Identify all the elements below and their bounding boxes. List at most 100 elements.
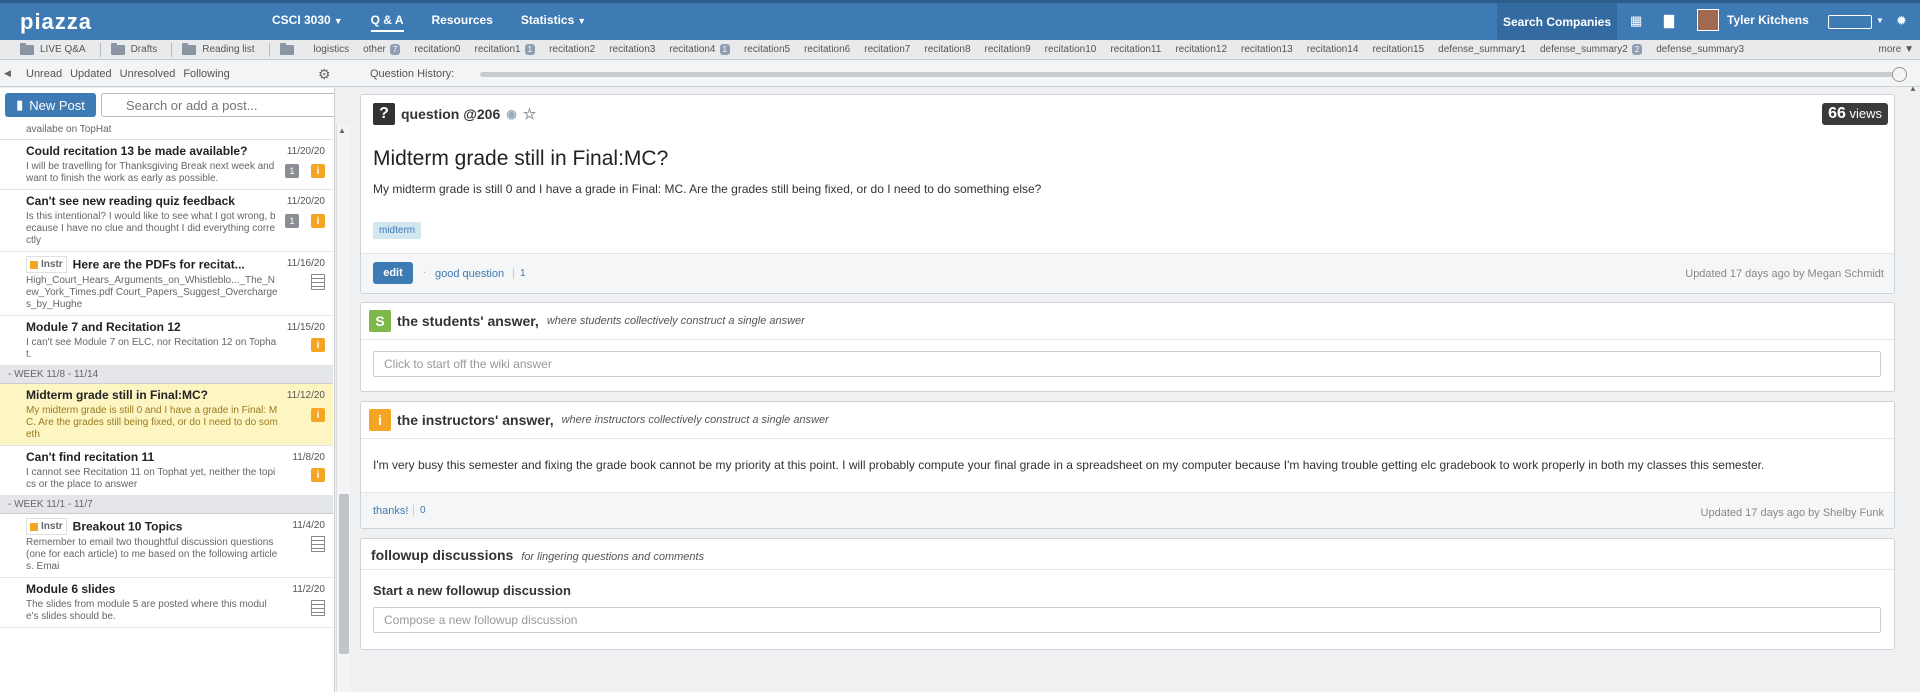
post-title-row: Instr Here are the PDFs for recitat...	[26, 256, 279, 273]
question-footer: edit · good question 1 Updated 17 days a…	[361, 253, 1894, 293]
followup-input[interactable]: Compose a new followup discussion	[373, 607, 1881, 633]
folder-item[interactable]: recitation6	[804, 44, 850, 55]
unread-count-badge: 2	[1631, 44, 1643, 55]
folder-label: recitation13	[1241, 44, 1293, 55]
folder-label: recitation1	[474, 44, 521, 55]
folder-item[interactable]: recitation12	[1175, 44, 1227, 55]
user-menu[interactable]: Tyler Kitchens	[1697, 9, 1809, 31]
folder-item[interactable]: defense_summary2 2	[1540, 44, 1643, 55]
question-history-slider[interactable]	[480, 67, 1907, 82]
list-item[interactable]: Can't find recitation 11 I cannot see Re…	[0, 446, 333, 496]
tag-midterm[interactable]: midterm	[373, 222, 422, 239]
question-title: Midterm grade still in Final:MC?	[373, 147, 669, 170]
unread-count-badge: 7	[389, 44, 401, 55]
scrollbar-thumb[interactable]	[339, 494, 349, 654]
folder-label: recitation9	[984, 44, 1031, 55]
week-header[interactable]: - WEEK 11/8 - 11/14	[0, 366, 333, 384]
folder-item[interactable]: recitation7	[864, 44, 910, 55]
search-companies-button[interactable]: Search Companies	[1497, 3, 1617, 40]
post-title: Can't find recitation 11	[26, 450, 155, 464]
folder-item[interactable]: recitation9	[985, 44, 1031, 55]
new-post-button[interactable]: ▮ New Post	[5, 93, 96, 117]
collapse-arrow-icon[interactable]: ◀	[4, 68, 11, 79]
search-input[interactable]	[101, 93, 334, 117]
tab-resources[interactable]: Resources	[432, 13, 493, 32]
folder-item[interactable]: recitation13	[1241, 44, 1293, 55]
main-scrollbar[interactable]: ▲	[1906, 84, 1920, 692]
thanks-button[interactable]: thanks!	[373, 505, 408, 517]
main-nav: CSCI 3030 ▼ Q & A Resources Statistics ▼	[272, 13, 586, 32]
scroll-up-icon[interactable]: ▲	[1909, 84, 1917, 93]
folder-item[interactable]: recitation3	[609, 44, 655, 55]
folder-all[interactable]	[279, 42, 300, 55]
list-item[interactable]: Could recitation 13 be made available? I…	[0, 140, 333, 190]
list-item[interactable]: Midterm grade still in Final:MC? My midt…	[0, 384, 333, 446]
chevron-down-icon[interactable]: ▼	[1876, 16, 1884, 25]
filter-unread[interactable]: Unread	[26, 68, 62, 80]
good-question-button[interactable]: good question	[435, 268, 504, 280]
section-title: followup discussions	[371, 547, 514, 563]
folder-item[interactable]: recitation0	[414, 44, 460, 55]
feed-list: availabe on TopHat Could recitation 13 b…	[0, 120, 333, 692]
slider-handle[interactable]	[1892, 67, 1907, 82]
gear-icon[interactable]: ⚙	[318, 66, 331, 83]
folder-item[interactable]: recitation11	[1110, 44, 1161, 55]
list-item[interactable]: availabe on TopHat	[0, 120, 333, 140]
scroll-up-icon[interactable]: ▲	[338, 126, 346, 135]
feed-scrollbar[interactable]	[336, 124, 350, 692]
folder-item[interactable]: recitation4 1	[669, 44, 730, 55]
followup-header: followup discussions for lingering quest…	[371, 547, 704, 563]
tab-qa[interactable]: Q & A	[370, 13, 404, 32]
folder-item[interactable]: logistics	[314, 44, 350, 55]
divider	[361, 569, 1894, 570]
more-folders-button[interactable]: more ▼	[1879, 44, 1914, 55]
list-item[interactable]: Instr Here are the PDFs for recitat... Hi…	[0, 252, 333, 316]
folder-item[interactable]: recitation14	[1307, 44, 1359, 55]
chat-icon[interactable]: ▇	[1664, 13, 1674, 29]
instructor-badge-label: Instr	[41, 259, 63, 270]
list-item[interactable]: Can't see new reading quiz feedback Is t…	[0, 190, 333, 252]
new-post-label: New Post	[29, 97, 85, 113]
folder-live-qa[interactable]: LIVE Q&A	[20, 42, 86, 55]
week-header[interactable]: - WEEK 11/1 - 11/7	[0, 496, 333, 514]
folder-drafts[interactable]: Drafts	[110, 42, 157, 55]
class-switcher[interactable]	[1828, 15, 1872, 29]
calendar-icon[interactable]: ▦	[1630, 13, 1642, 29]
folder-label: recitation4	[669, 44, 716, 55]
folder-label: recitation12	[1175, 44, 1228, 55]
edit-button[interactable]: edit	[373, 262, 413, 284]
filter-following[interactable]: Following	[183, 68, 229, 80]
folder-item[interactable]: defense_summary1	[1438, 44, 1526, 55]
list-item[interactable]: Module 7 and Recitation 12 I can't see M…	[0, 316, 333, 366]
post-title: Midterm grade still in Final:MC?	[26, 388, 209, 402]
piazza-logo[interactable]: piazza	[20, 9, 92, 35]
folder-item[interactable]: defense_summary3	[1656, 44, 1744, 55]
divider	[171, 42, 173, 57]
instructor-badge: Instr	[26, 256, 67, 273]
gear-icon[interactable]: ✹	[1896, 13, 1907, 29]
folder-item[interactable]: recitation2	[549, 44, 595, 55]
filter-unresolved[interactable]: Unresolved	[120, 68, 176, 80]
star-icon[interactable]: ☆	[523, 105, 536, 123]
folder-label: recitation2	[549, 44, 596, 55]
folder-item[interactable]: recitation5	[744, 44, 790, 55]
instructor-icon: i	[311, 214, 325, 228]
folder-reading-list[interactable]: Reading list	[182, 42, 255, 55]
tab-statistics[interactable]: Statistics ▼	[521, 13, 586, 32]
course-dropdown[interactable]: CSCI 3030 ▼	[272, 13, 343, 32]
divider	[361, 339, 1894, 340]
folder-item[interactable]: recitation10	[1045, 44, 1097, 55]
folder-item[interactable]: recitation15	[1372, 44, 1424, 55]
wiki-answer-input[interactable]: Click to start off the wiki answer	[373, 351, 1881, 377]
list-item[interactable]: Module 6 slides The slides from module 5…	[0, 578, 333, 628]
list-item[interactable]: Instr Breakout 10 Topics Remember to emai…	[0, 514, 333, 578]
divider: ·	[423, 267, 427, 278]
followup-card: followup discussions for lingering quest…	[360, 538, 1895, 650]
post-snippet: My midterm grade is still 0 and I have a…	[26, 405, 278, 440]
filter-updated[interactable]: Updated	[70, 68, 112, 80]
folder-item[interactable]: recitation11	[474, 44, 536, 55]
folder-item[interactable]: other 7	[363, 44, 401, 55]
folder-item[interactable]: recitation8	[924, 44, 970, 55]
folder-list: logistics other 7 recitation0 recitation1 1 re…	[314, 44, 1759, 55]
post-snippet: High_Court_Hears_Arguments_on_Whistleblo…	[26, 275, 278, 310]
